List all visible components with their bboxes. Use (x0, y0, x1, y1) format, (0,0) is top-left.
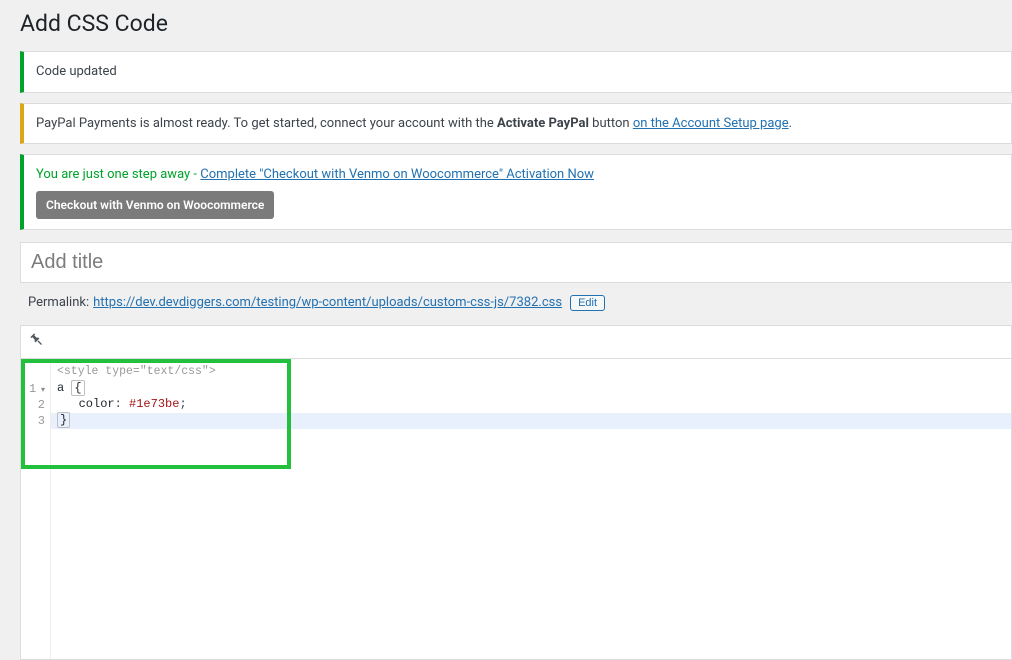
gutter-line: 3 (21, 413, 45, 429)
pin-icon[interactable] (26, 328, 49, 351)
venmo-badge-button[interactable]: Checkout with Venmo on Woocommerce (36, 191, 274, 219)
code-line[interactable]: a { (51, 381, 1011, 397)
code-editor-area: 123 <style type="text/css"> a { color: #… (20, 325, 1012, 660)
paypal-setup-link[interactable]: on the Account Setup page (633, 116, 789, 131)
gutter-line: 1 (21, 381, 45, 397)
permalink-label: Permalink: (28, 295, 89, 310)
code-gutter: 123 (21, 359, 51, 659)
title-input[interactable] (21, 243, 1011, 282)
page-title: Add CSS Code (20, 10, 1012, 37)
permalink-url[interactable]: https://dev.devdiggers.com/testing/wp-co… (93, 295, 562, 310)
gutter-line: 2 (21, 397, 45, 413)
code-line[interactable]: color: #1e73be; (51, 397, 1011, 413)
paypal-bold: Activate PayPal (497, 116, 589, 131)
notice-venmo: You are just one step away - Complete "C… (20, 154, 1012, 230)
venmo-prefix: You are just one step away - (36, 167, 200, 182)
code-lines[interactable]: <style type="text/css"> a { color: #1e73… (51, 359, 1011, 659)
code-line[interactable]: } (51, 413, 1011, 429)
permalink-row: Permalink: https://dev.devdiggers.com/te… (20, 289, 1012, 325)
code-container: 123 <style type="text/css"> a { color: #… (21, 359, 1011, 659)
code-editor[interactable]: 123 <style type="text/css"> a { color: #… (21, 359, 1011, 659)
notice-paypal: PayPal Payments is almost ready. To get … (20, 103, 1012, 145)
venmo-activation-link[interactable]: Complete "Checkout with Venmo on Woocomm… (200, 167, 594, 182)
paypal-suffix: . (789, 116, 792, 131)
notice-code-updated: Code updated (20, 51, 1012, 93)
notice-text: Code updated (36, 64, 117, 79)
code-style-header: <style type="text/css"> (51, 363, 1011, 381)
editor-toolbar (21, 326, 1011, 359)
title-box (20, 242, 1012, 283)
permalink-edit-button[interactable]: Edit (570, 295, 605, 311)
paypal-prefix: PayPal Payments is almost ready. To get … (36, 116, 497, 131)
paypal-mid: button (589, 116, 633, 131)
